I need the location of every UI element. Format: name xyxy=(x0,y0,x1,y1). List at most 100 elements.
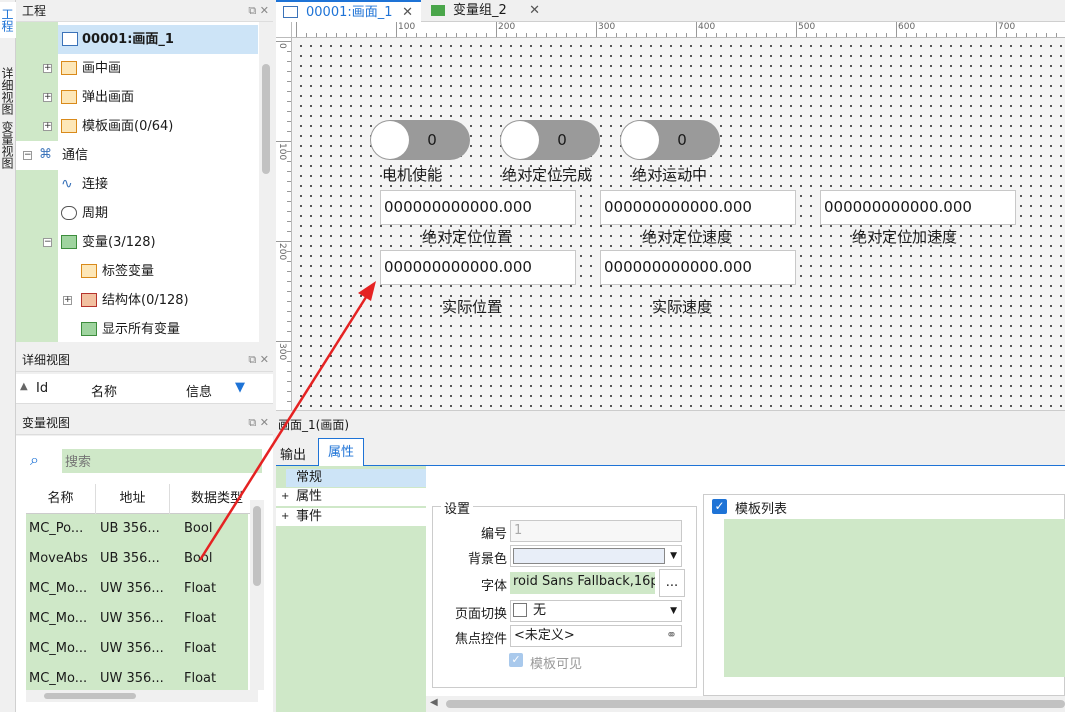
tree-item-struct[interactable]: + 结构体(0/128) xyxy=(16,286,258,315)
table-row[interactable]: MC_Mo... UW 356... Float xyxy=(26,604,248,634)
numeric-field-abs-pos[interactable]: 000000000000.000 xyxy=(380,190,576,225)
expand-icon[interactable]: + xyxy=(63,296,72,305)
tree-item-pip[interactable]: + 画中画 xyxy=(16,54,258,83)
dropdown-arrow-icon[interactable]: ▼ xyxy=(670,601,677,621)
font-field[interactable]: roid Sans Fallback,16px xyxy=(510,572,655,594)
canvas-scrollbar[interactable] xyxy=(1055,38,1065,410)
ruler-tick xyxy=(287,161,291,162)
col-id[interactable]: Id xyxy=(36,381,48,396)
tree-item-cycle[interactable]: 周期 xyxy=(16,199,258,228)
toggle-switch-abs-moving[interactable]: 0 xyxy=(620,120,720,160)
collapse-icon[interactable]: − xyxy=(43,238,52,247)
expand-icon[interactable]: + xyxy=(43,122,52,131)
numeric-field-actual-speed[interactable]: 000000000000.000 xyxy=(600,250,796,285)
variable-hscroll-thumb[interactable] xyxy=(44,693,136,699)
ruler-tick xyxy=(276,41,291,42)
tab-output[interactable]: 输出 xyxy=(280,444,306,463)
tree-item-variables[interactable]: − 变量(3/128) xyxy=(16,228,258,257)
props-hscroll-thumb[interactable] xyxy=(446,700,1065,708)
col-name[interactable]: 名称 xyxy=(26,484,96,514)
link-icon[interactable]: ⚭ xyxy=(666,626,677,646)
label-abs-pos-done[interactable]: 绝对定位完成 xyxy=(502,164,592,185)
table-row[interactable]: MC_Po... UB 356... Bool xyxy=(26,514,248,544)
table-cell: MC_Mo... xyxy=(29,581,88,596)
label-actual-pos[interactable]: 实际位置 xyxy=(442,296,502,317)
ruler-tick xyxy=(966,33,967,37)
toggle-value: 0 xyxy=(557,131,567,149)
close-icon[interactable]: ✕ xyxy=(402,2,413,24)
pane-pin-close-icon[interactable]: ⧉ ✕ xyxy=(248,0,269,22)
template-visible-checkbox[interactable]: ✓ xyxy=(509,653,523,667)
variable-scrollbar[interactable] xyxy=(250,500,264,690)
col-name[interactable]: 名称 xyxy=(91,381,117,400)
label-focus-control: 焦点控件 xyxy=(454,632,507,647)
tree-item-all-vars[interactable]: 显示所有变量 xyxy=(16,315,258,342)
numeric-field-abs-accel[interactable]: 000000000000.000 xyxy=(820,190,1016,225)
search-icon[interactable]: ⌕ xyxy=(30,450,39,470)
tree-item-tag-vars[interactable]: 标签变量 xyxy=(16,257,258,286)
side-tab-variable[interactable]: 变量视图 xyxy=(0,112,16,178)
table-row[interactable]: MC_Mo... UW 356... Float xyxy=(26,664,248,690)
label-abs-pos[interactable]: 绝对定位位置 xyxy=(422,226,512,247)
sort-icon[interactable]: ▲ xyxy=(20,381,28,392)
expand-icon[interactable]: + xyxy=(281,488,289,506)
table-cell: MoveAbs xyxy=(29,551,88,566)
bg-color-select[interactable]: ▼ xyxy=(510,545,682,567)
label-abs-speed[interactable]: 绝对定位速度 xyxy=(642,226,732,247)
category-properties[interactable]: + 属性 xyxy=(276,488,426,506)
expand-icon[interactable]: + xyxy=(43,64,52,73)
id-field[interactable]: 1 xyxy=(510,520,682,542)
label-abs-moving[interactable]: 绝对运动中 xyxy=(632,164,707,185)
variable-hscrollbar[interactable] xyxy=(26,690,258,702)
ruler-tick xyxy=(956,33,957,37)
props-hscrollbar[interactable]: ◀ xyxy=(426,696,1065,712)
tree-item-connection[interactable]: ∿ 连接 xyxy=(16,170,258,199)
category-events[interactable]: + 事件 xyxy=(276,508,426,526)
label-abs-accel[interactable]: 绝对定位加速度 xyxy=(852,226,957,247)
numeric-field-actual-pos[interactable]: 000000000000.000 xyxy=(380,250,576,285)
ruler-tick xyxy=(287,251,291,252)
table-row[interactable]: MoveAbs UB 356... Bool xyxy=(26,544,248,574)
side-tab-project[interactable]: 工程 xyxy=(0,2,16,38)
tree-item-screen-1[interactable]: 00001:画面_1 xyxy=(58,25,258,54)
category-general[interactable]: 常规 xyxy=(286,469,426,487)
design-canvas[interactable]: 0 0 0 电机使能 绝对定位完成 绝对运动中 000000000000.000… xyxy=(292,38,1065,410)
tab-screen-1[interactable]: 00001:画面_1 ✕ xyxy=(276,0,421,22)
pane-pin-close-icon[interactable]: ⧉ ✕ xyxy=(248,348,269,372)
tab-variable-group-2[interactable]: 变量组_2 ✕ xyxy=(423,0,548,22)
dropdown-arrow-icon[interactable]: ▼ xyxy=(670,546,677,566)
label-motor-enable[interactable]: 电机使能 xyxy=(382,164,442,185)
toggle-knob xyxy=(371,121,409,159)
col-address[interactable]: 地址 xyxy=(96,484,170,514)
expand-icon[interactable]: + xyxy=(43,93,52,102)
close-icon[interactable]: ✕ xyxy=(529,0,540,22)
ruler-tick xyxy=(1006,33,1007,37)
table-row[interactable]: MC_Mo... UW 356... Float xyxy=(26,574,248,604)
pane-pin-close-icon[interactable]: ⧉ ✕ xyxy=(248,411,269,435)
collapse-icon[interactable]: − xyxy=(23,151,32,160)
focus-control-field[interactable]: <未定义> ⚭ xyxy=(510,625,682,647)
numeric-field-abs-speed[interactable]: 000000000000.000 xyxy=(600,190,796,225)
search-input[interactable] xyxy=(62,449,262,473)
toggle-switch-abs-pos-done[interactable]: 0 xyxy=(500,120,600,160)
page-switch-select[interactable]: 无 ▼ xyxy=(510,600,682,622)
scroll-left-icon[interactable]: ◀ xyxy=(430,697,438,708)
filter-icon[interactable]: ▼ xyxy=(235,380,245,395)
tree-item-template[interactable]: + 模板画面(0/64) xyxy=(16,112,258,141)
template-list-checkbox[interactable]: ✓ xyxy=(712,499,727,514)
ruler-tick xyxy=(816,33,817,37)
tree-item-communication[interactable]: − ⌘ 通信 xyxy=(16,141,258,170)
font-picker-button[interactable]: ... xyxy=(659,569,685,597)
ruler-tick xyxy=(287,151,291,152)
tree-item-popup[interactable]: + 弹出画面 xyxy=(16,83,258,112)
toggle-switch-motor-enable[interactable]: 0 xyxy=(370,120,470,160)
template-list[interactable] xyxy=(724,519,1065,677)
tree-scroll-thumb[interactable] xyxy=(262,64,270,174)
tree-scrollbar[interactable] xyxy=(259,22,273,342)
tab-properties[interactable]: 属性 xyxy=(318,438,364,466)
variable-scroll-thumb[interactable] xyxy=(253,506,261,586)
col-info[interactable]: 信息 xyxy=(186,381,212,400)
expand-icon[interactable]: + xyxy=(281,508,289,526)
label-actual-speed[interactable]: 实际速度 xyxy=(652,296,712,317)
table-row[interactable]: MC_Mo... UW 356... Float xyxy=(26,634,248,664)
